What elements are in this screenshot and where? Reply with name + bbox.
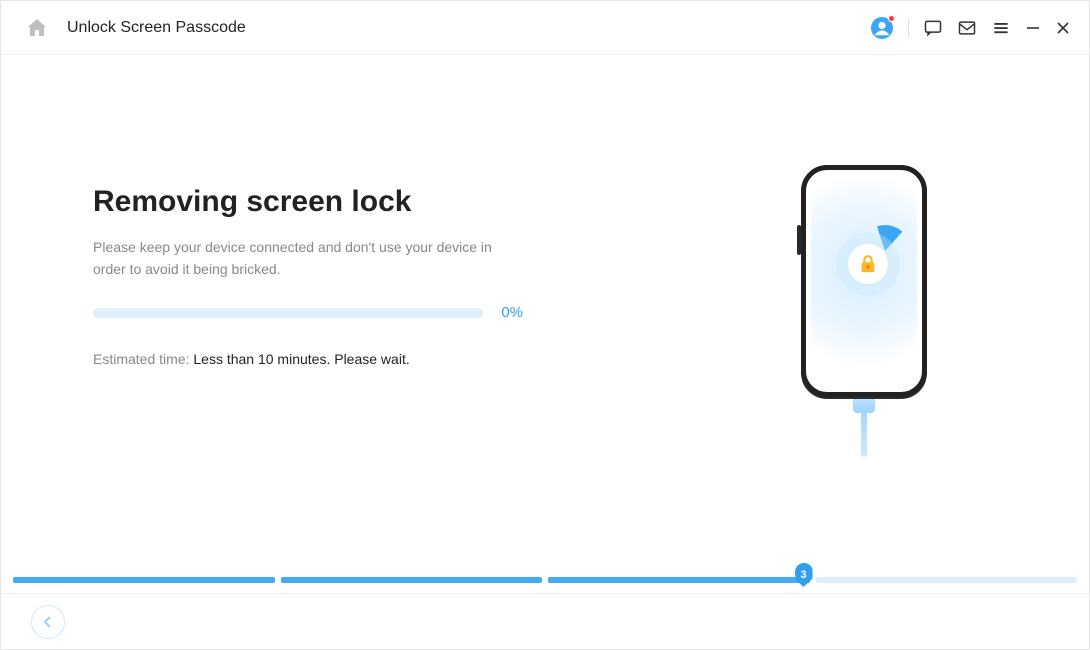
app-window: Unlock Screen Passcode [0,0,1090,650]
step-current-badge: 3 [795,563,813,587]
progress-bar [93,308,483,318]
back-button[interactable] [31,605,65,639]
device-illustration [779,165,949,457]
step-segment-4 [816,577,1078,583]
progress-percent: 0% [501,304,523,321]
status-panel: Removing screen lock Please keep your de… [93,185,523,367]
page-title: Unlock Screen Passcode [67,19,246,37]
step-segment-1 [13,577,275,583]
titlebar-actions [870,16,1071,40]
divider [908,18,909,38]
footer [1,593,1089,649]
home-icon[interactable] [25,16,49,40]
chat-icon[interactable] [923,18,943,38]
step-progress: 3 [13,577,1077,583]
progress-row: 0% [93,304,523,321]
description: Please keep your device connected and do… [93,237,493,280]
titlebar: Unlock Screen Passcode [1,1,1089,55]
cable-icon [849,395,879,457]
notification-dot-icon [888,15,895,22]
menu-icon[interactable] [991,18,1011,38]
heading: Removing screen lock [93,185,523,219]
close-button[interactable] [1055,20,1071,36]
eta-label: Estimated time: [93,351,193,367]
eta-value: Less than 10 minutes. Please wait. [193,351,409,367]
lock-icon [848,244,888,284]
arrow-left-icon [40,614,56,630]
step-segment-2 [281,577,543,583]
minimize-button[interactable] [1025,20,1041,36]
account-avatar-icon[interactable] [870,16,894,40]
main-content: Removing screen lock Please keep your de… [1,55,1089,583]
step-segment-3: 3 [548,577,810,583]
eta-line: Estimated time: Less than 10 minutes. Pl… [93,351,523,367]
mail-icon[interactable] [957,18,977,38]
phone-icon [801,165,927,397]
